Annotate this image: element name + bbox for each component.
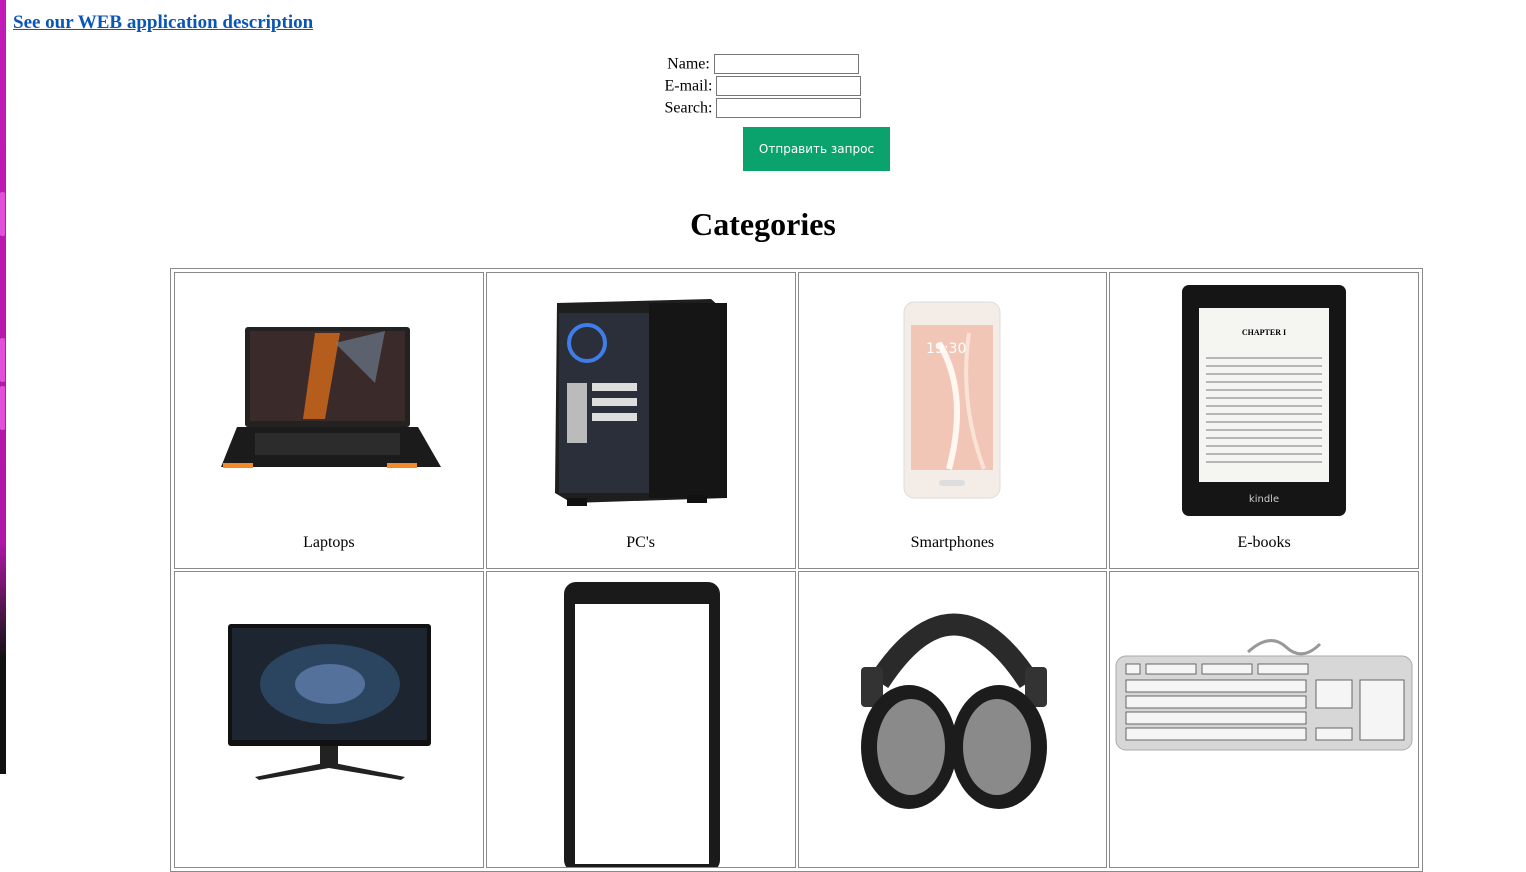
email-row: E-mail: (0, 75, 1526, 97)
category-label: Smartphones (910, 534, 995, 551)
laptop-icon (221, 327, 441, 468)
category-label: Laptops (303, 534, 355, 551)
categories-heading: Categories (690, 206, 836, 242)
category-cell-tablets[interactable] (485, 571, 796, 868)
smartphone-icon: 19:30 (903, 301, 1000, 499)
category-cell-smartphones[interactable]: 19:30 Smartphones (797, 272, 1108, 569)
search-row: Search: (0, 97, 1526, 119)
categories-grid: Laptops PC's 19:30 Smartphones CHAPTER I… (170, 268, 1423, 872)
categories-row (174, 571, 1419, 868)
email-label: E-mail: (664, 77, 713, 95)
category-cell-monitors[interactable] (174, 571, 484, 868)
monitor-icon (228, 624, 431, 780)
ebook-reader-icon: CHAPTER I kindle (1182, 285, 1347, 516)
email-input[interactable] (716, 76, 862, 97)
query-form: Name: E-mail: Search: (0, 53, 1526, 119)
tablet-icon (563, 582, 720, 867)
name-input[interactable] (713, 54, 859, 75)
submit-request-button[interactable]: Отправить запрос (743, 127, 890, 171)
edge-tab (0, 386, 5, 430)
category-cell-keyboards[interactable] (1109, 571, 1419, 868)
keyboard-icon (1115, 639, 1413, 751)
name-label: Name: (667, 55, 710, 73)
search-label: Search: (664, 99, 713, 117)
category-label: E-books (1237, 534, 1291, 551)
categories-row: Laptops PC's 19:30 Smartphones CHAPTER I… (174, 272, 1419, 569)
ebook-chapter-title: CHAPTER I (1242, 328, 1286, 337)
ebook-brand: kindle (1249, 494, 1279, 505)
headphones-icon (860, 613, 1047, 809)
search-input[interactable] (716, 98, 862, 119)
category-cell-headphones[interactable] (797, 571, 1108, 868)
category-label: PC's (626, 534, 655, 551)
categories-table: Laptops PC's 19:30 Smartphones CHAPTER I… (172, 270, 1421, 870)
svg-text:19:30: 19:30 (926, 341, 966, 357)
web-description-link[interactable]: See our WEB application description (13, 12, 313, 34)
category-cell-ebooks[interactable]: CHAPTER I kindle E-books (1109, 272, 1419, 569)
pc-tower-icon (554, 299, 727, 506)
name-row: Name: (0, 53, 1526, 75)
edge-tab (0, 338, 5, 382)
category-cell-pcs[interactable]: PC's (485, 272, 796, 569)
category-cell-laptops[interactable]: Laptops (174, 272, 484, 569)
